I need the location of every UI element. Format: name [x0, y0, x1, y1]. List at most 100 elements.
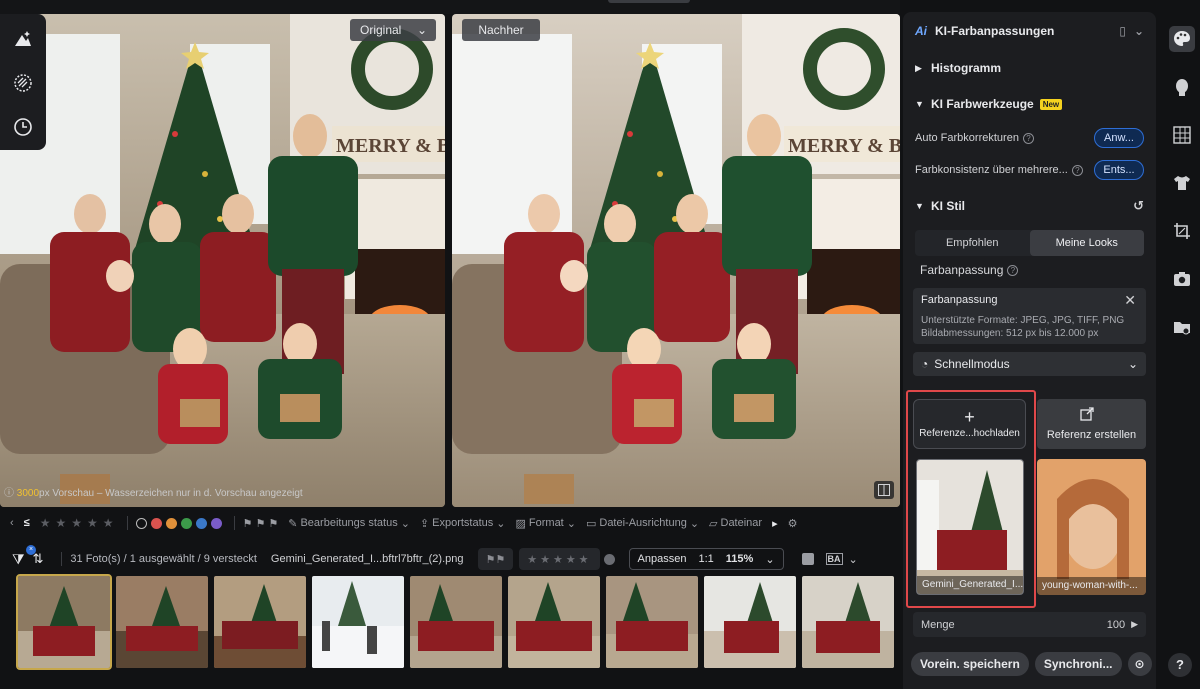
thumbnail[interactable] — [116, 576, 208, 668]
card-dimensions: Bildabmessungen: 512 px bis 12.000 px — [921, 328, 1099, 339]
current-filename: Gemini_Generated_I...bftrl7bftr_(2).png — [270, 553, 464, 565]
thumbnail[interactable] — [606, 576, 698, 668]
folder-icon: ▱ — [709, 517, 718, 530]
export-icon: ⇪ — [419, 517, 430, 530]
ai-icon: Ai — [915, 24, 927, 38]
rating-less-equal-icon[interactable]: ≤ — [24, 517, 30, 529]
after-label: Nachher — [462, 19, 540, 41]
auto-color-setting: Auto Farbkorrekturen? Anw... — [903, 122, 1156, 154]
history-icon[interactable] — [10, 114, 36, 140]
one-to-one-button[interactable]: 1:1 — [698, 553, 713, 565]
info-icon[interactable]: ? — [1022, 133, 1034, 144]
thumbnail[interactable] — [508, 576, 600, 668]
format-filter[interactable]: ▨ Format ⌄ — [516, 517, 576, 530]
before-after-icon[interactable]: BA — [825, 553, 843, 565]
create-reference-button[interactable]: Referenz erstellen — [1037, 399, 1146, 449]
no-color-label[interactable] — [135, 517, 147, 529]
more-arrow-icon[interactable]: ▸ — [772, 517, 778, 530]
info-icon[interactable]: ? — [1071, 165, 1083, 176]
chevron-down-icon[interactable]: ⌄ — [1134, 24, 1144, 38]
single-view-icon[interactable] — [801, 553, 814, 565]
chevron-down-icon: ⌄ — [400, 517, 410, 530]
color-match-title: Farbanpassung — [920, 263, 1004, 277]
more-options-icon[interactable]: ⊙ — [1127, 652, 1152, 676]
help-button[interactable]: ? — [1168, 653, 1192, 677]
view-mode-dropdown[interactable]: Original ⌄ — [350, 19, 436, 41]
fit-button[interactable]: Anpassen — [638, 553, 687, 565]
camera-icon[interactable] — [1169, 266, 1195, 292]
panel-actions: Vorein. speichern Synchroni... ⊙ — [911, 652, 1152, 676]
star-1[interactable]: ★ — [40, 516, 51, 530]
color-dot-icon[interactable] — [603, 553, 615, 565]
thumbnail[interactable] — [802, 576, 894, 668]
star-5[interactable]: ★ — [103, 516, 114, 530]
star-4[interactable]: ★ — [87, 516, 98, 530]
shirt-icon[interactable] — [1169, 170, 1195, 196]
tab-marker — [608, 0, 690, 3]
color-label-orange[interactable] — [165, 517, 177, 529]
consistency-button[interactable]: Ents... — [1094, 160, 1144, 180]
preview-note-text: px Vorschau – Wasserzeichen nur in d. Vo… — [39, 488, 303, 499]
color-label-blue[interactable] — [195, 517, 207, 529]
caret-right-icon: ▶ — [1131, 619, 1138, 629]
color-label-purple[interactable] — [210, 517, 222, 529]
amount-value[interactable]: 100 — [1107, 619, 1125, 631]
mode-dropdown[interactable]: ◔ Schnellmodus ⌄ — [913, 352, 1146, 376]
export-status-filter[interactable]: ⇪ Exportstatus ⌄ — [420, 517, 506, 530]
noise-icon[interactable] — [10, 70, 36, 96]
filename-label: Dateinar — [720, 517, 763, 529]
flag-icon[interactable]: ⚑ ⚑ ⚑ — [243, 517, 279, 530]
thumbnail[interactable] — [214, 576, 306, 668]
star-2[interactable]: ★ — [55, 516, 66, 530]
chevron-down-icon[interactable]: ⌄ — [849, 553, 858, 566]
color-label-green[interactable] — [180, 517, 192, 529]
upload-reference-label: Referenze...hochladen — [919, 427, 1020, 439]
save-preset-button[interactable]: Vorein. speichern — [911, 652, 1029, 676]
upload-reference-button[interactable]: + Referenze...hochladen — [913, 399, 1026, 449]
zoom-level[interactable]: 115% — [726, 553, 754, 565]
compare-toggle-button[interactable] — [874, 481, 894, 499]
thumbnail[interactable] — [410, 576, 502, 668]
auto-color-apply-button[interactable]: Anw... — [1094, 128, 1144, 148]
reset-icon[interactable]: ↺ — [1133, 198, 1144, 214]
star-3[interactable]: ★ — [71, 516, 82, 530]
rating-pill[interactable]: ★★★★★ — [519, 548, 600, 570]
collapse-arrow-icon[interactable]: ‹ — [10, 517, 14, 529]
orientation-filter[interactable]: ▭ Datei-Ausrichtung ⌄ — [586, 517, 699, 530]
orientation-label: Datei-Ausrichtung — [599, 517, 687, 529]
crop-icon[interactable] — [1169, 218, 1195, 244]
sync-button[interactable]: Synchroni... — [1034, 652, 1122, 676]
plus-icon: + — [964, 406, 975, 427]
photo-count: 31 Foto(s) / 1 ausgewählt / 9 versteckt — [70, 553, 257, 565]
filter-icon[interactable]: ⧩ × — [12, 544, 36, 568]
ai-tools-section[interactable]: ▼ KI Farbwerkzeuge New — [903, 86, 1156, 122]
tab-my-looks[interactable]: Meine Looks — [1029, 230, 1144, 256]
thumbnail[interactable] — [16, 574, 112, 670]
close-icon[interactable]: ✕ — [1124, 292, 1136, 309]
thumbnail[interactable] — [704, 576, 796, 668]
thumbnail[interactable] — [312, 576, 404, 668]
histogram-section[interactable]: ▶ Histogramm — [903, 50, 1156, 86]
tab-recommended[interactable]: Empfohlen — [915, 230, 1030, 256]
edit-status-filter[interactable]: ✎ Bearbeitungs status ⌄ — [288, 517, 410, 530]
amount-slider[interactable]: Menge 100 ▶ — [913, 612, 1146, 637]
ai-style-section[interactable]: ▼ KI Stil ↺ — [903, 186, 1156, 226]
orientation-icon: ▭ — [585, 517, 597, 530]
look-young-woman[interactable]: young-woman-with-... — [1037, 459, 1146, 595]
zoom-control[interactable]: Anpassen 1:1 115% ⌄ — [628, 548, 784, 570]
palette-icon[interactable] — [1168, 26, 1195, 52]
after-preview[interactable]: MERRY & BRI Nachher — [452, 14, 900, 507]
filename-filter[interactable]: ▱ Dateinar — [709, 517, 762, 530]
color-label-red[interactable] — [150, 517, 162, 529]
folder-settings-icon[interactable] — [1169, 314, 1195, 340]
original-preview[interactable]: MERRY & BRI Original ⌄ ⓘ 3000px Vors — [0, 14, 445, 507]
look-gemini[interactable]: Gemini_Generated_I... — [916, 459, 1024, 595]
settings-gear-icon[interactable]: ⚙ — [788, 517, 798, 530]
top-strip — [0, 0, 900, 14]
ai-enhance-icon[interactable] — [10, 26, 36, 52]
grid-icon[interactable] — [1169, 122, 1195, 148]
info-icon[interactable]: ? — [1007, 264, 1019, 276]
panel-layout-icon[interactable]: ▯ — [1119, 24, 1126, 38]
flag-pill[interactable]: ⚑⚑ — [477, 548, 514, 570]
portrait-icon[interactable] — [1169, 74, 1195, 100]
